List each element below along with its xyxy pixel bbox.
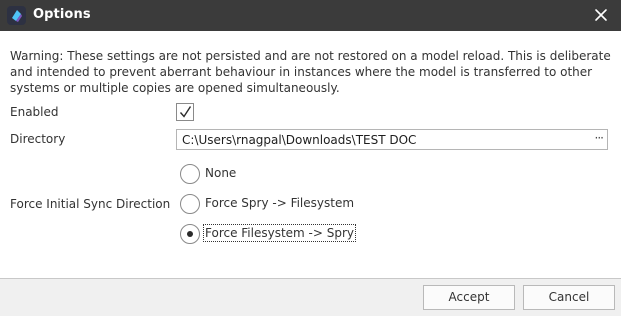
app-logo-icon <box>7 6 26 25</box>
dialog-footer: Accept Cancel <box>0 278 621 316</box>
radio-label: None <box>205 166 237 180</box>
cancel-button[interactable]: Cancel <box>523 285 615 310</box>
directory-value[interactable]: C:\Users\rnagpal\Downloads\TEST DOC <box>182 133 416 147</box>
dialog-title: Options <box>33 7 91 22</box>
close-icon[interactable] <box>592 6 610 24</box>
radio-label: Force Filesystem -> Spry <box>202 224 357 242</box>
radio-selected-dot <box>187 231 193 237</box>
checkmark-icon <box>179 106 192 118</box>
radio-label: Force Spry -> Filesystem <box>205 196 355 210</box>
title-bar: Options <box>0 0 621 31</box>
sync-direction-label: Force Initial Sync Direction <box>10 197 171 211</box>
accept-button[interactable]: Accept <box>423 285 515 310</box>
browse-button[interactable]: ··· <box>595 131 605 145</box>
radio-button[interactable] <box>180 224 200 244</box>
radio-button[interactable] <box>180 164 200 184</box>
enabled-checkbox[interactable] <box>176 103 194 121</box>
enabled-label: Enabled <box>10 105 59 119</box>
options-dialog: Options Warning: These settings are not … <box>0 0 621 316</box>
warning-text: Warning: These settings are not persiste… <box>10 49 611 95</box>
radio-button[interactable] <box>180 194 200 214</box>
directory-field[interactable]: C:\Users\rnagpal\Downloads\TEST DOC ··· <box>176 129 608 150</box>
directory-label: Directory <box>10 132 66 146</box>
